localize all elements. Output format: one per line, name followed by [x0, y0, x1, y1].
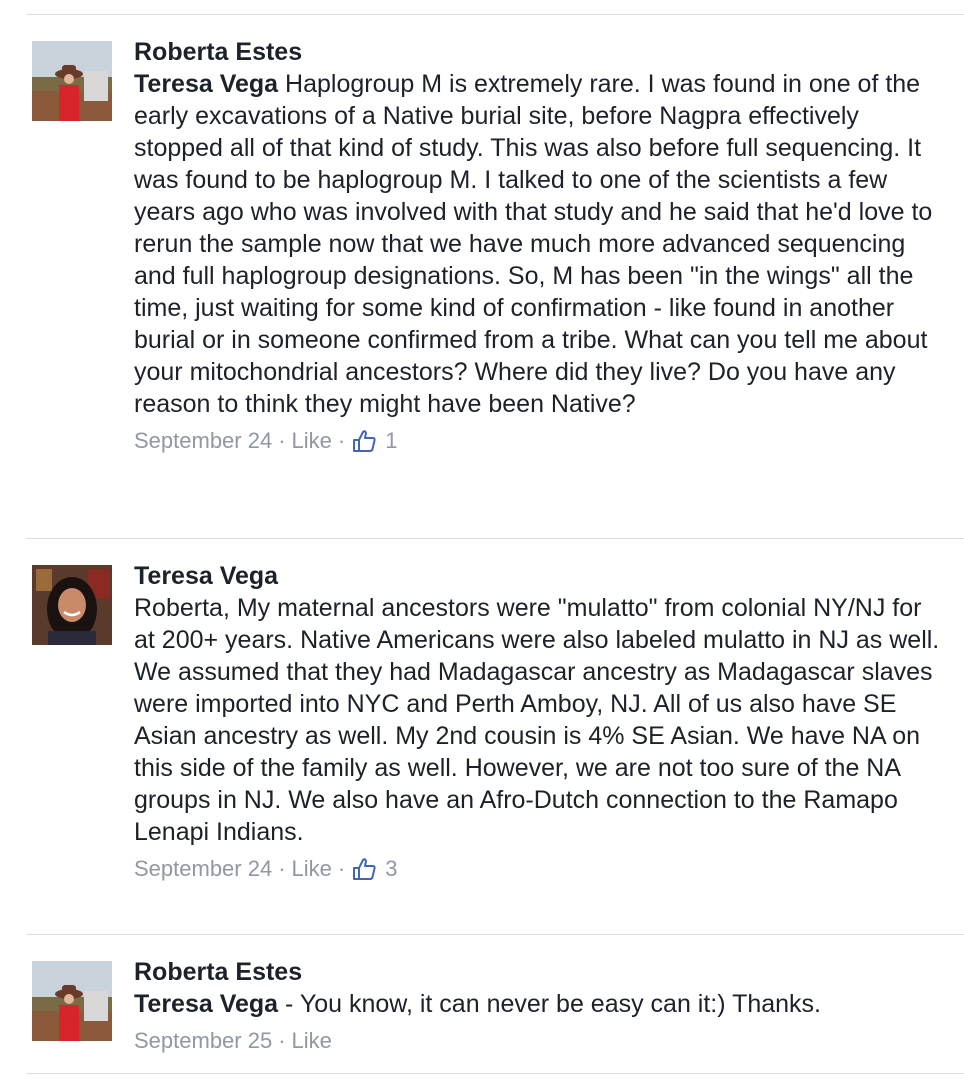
like-count: 3 — [385, 856, 398, 881]
mention-link[interactable]: Teresa Vega — [134, 990, 278, 1018]
thumbs-up-icon[interactable] — [351, 428, 377, 454]
profile-photo-icon — [32, 41, 112, 121]
like-link[interactable]: Like — [292, 1026, 332, 1056]
avatar[interactable] — [32, 41, 112, 121]
mention-link[interactable]: Teresa Vega — [134, 70, 278, 98]
separator: · — [337, 856, 346, 881]
comment-divider — [26, 538, 964, 539]
comment-text: Teresa Vega Haplogroup M is extremely ra… — [134, 68, 944, 420]
like-link[interactable]: Like — [292, 426, 332, 456]
comment-message: - You know, it can never be easy can it:… — [278, 990, 822, 1018]
comment-text: Roberta, My maternal ancestors were "mul… — [134, 594, 940, 846]
separator: · — [278, 1028, 286, 1053]
comment-author[interactable]: Teresa Vega — [134, 560, 944, 592]
avatar[interactable] — [32, 961, 112, 1041]
thumbs-up-icon[interactable] — [351, 856, 377, 882]
bottom-divider — [26, 1073, 964, 1074]
comment-body: Teresa Vega Roberta, My maternal ancesto… — [134, 560, 944, 884]
comment-body: Roberta Estes Teresa Vega - You know, it… — [134, 956, 944, 1056]
separator: · — [337, 428, 346, 453]
comment-date[interactable]: September 25 — [134, 1026, 272, 1056]
comment-divider — [26, 934, 964, 935]
comment-meta: September 25 · Like — [134, 1026, 944, 1056]
comment-author[interactable]: Roberta Estes — [134, 956, 944, 988]
avatar[interactable] — [32, 565, 112, 645]
comment-date[interactable]: September 24 — [134, 854, 272, 884]
comment-author[interactable]: Roberta Estes — [134, 36, 944, 68]
comment-meta: September 24 · Like · 1 — [134, 426, 944, 456]
comment-date[interactable]: September 24 — [134, 426, 272, 456]
separator: · — [278, 428, 286, 453]
profile-photo-icon — [32, 961, 112, 1041]
like-count: 1 — [385, 428, 398, 453]
like-link[interactable]: Like — [292, 854, 332, 884]
separator: · — [278, 856, 286, 881]
comment-message: Haplogroup M is extremely rare. I was fo… — [134, 70, 933, 418]
comment-meta: September 24 · Like · 3 — [134, 854, 944, 884]
comment-text: Teresa Vega - You know, it can never be … — [134, 988, 944, 1020]
top-divider — [26, 14, 964, 15]
profile-photo-icon — [32, 565, 112, 645]
comment-body: Roberta Estes Teresa Vega Haplogroup M i… — [134, 36, 944, 456]
